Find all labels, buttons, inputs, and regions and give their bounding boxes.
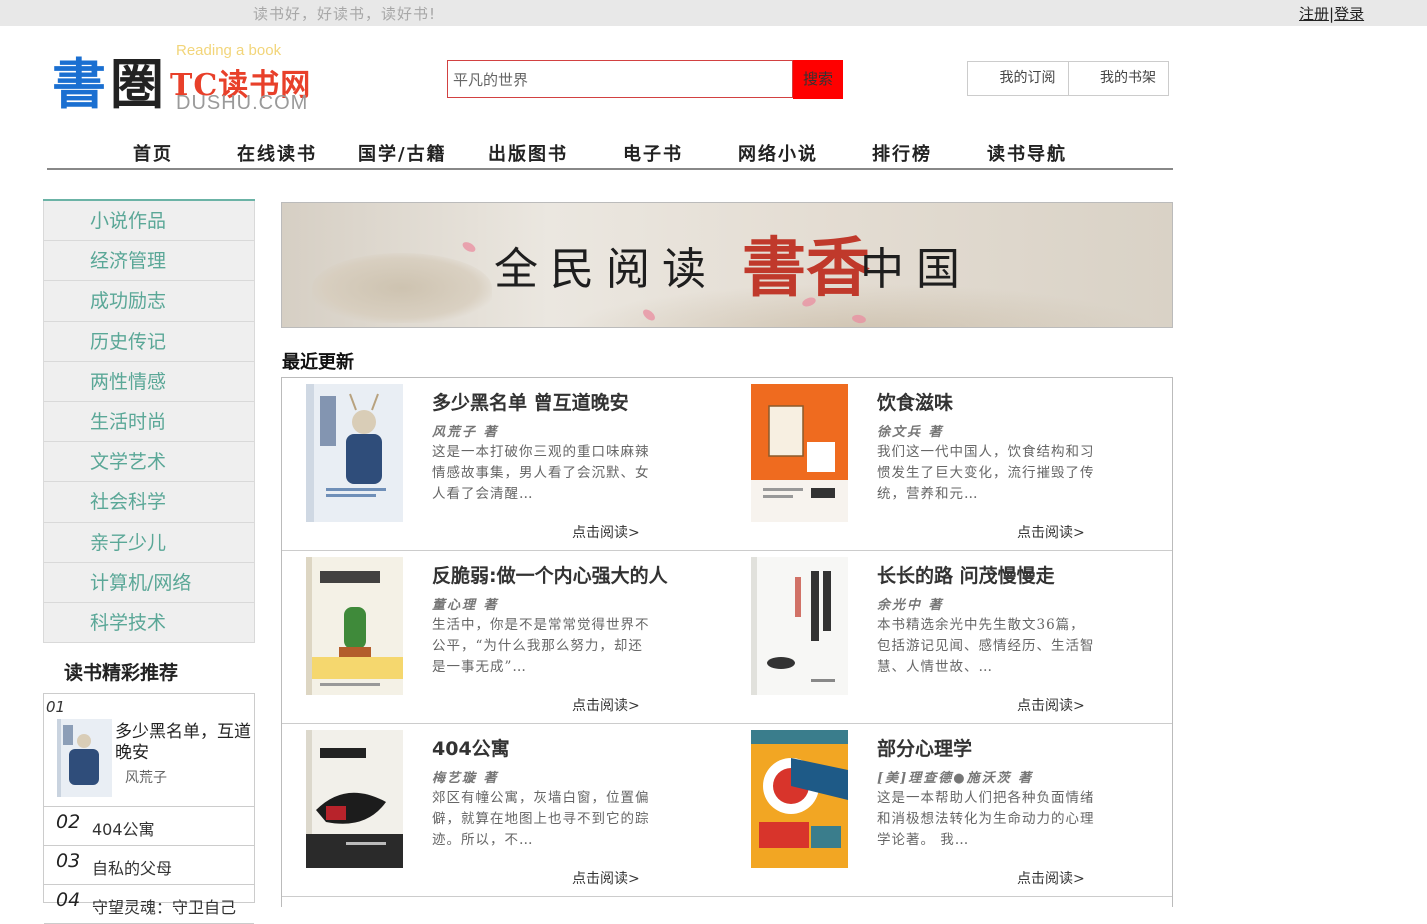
- book-title[interactable]: 反脆弱:做一个内心强大的人: [432, 561, 668, 588]
- recommend-title[interactable]: 守望灵魂：守卫自己: [92, 894, 236, 918]
- category-item[interactable]: 历史传记: [43, 321, 255, 362]
- my-bookshelf-button[interactable]: 我的书架: [1069, 62, 1169, 95]
- logo-char-2: 圏: [110, 52, 164, 116]
- book-card: 部分心理学 [美]理查德●施沃茨 著 这是一本帮助人们把各种负面情绪和消极想法转…: [727, 724, 1172, 897]
- book-card: 多少黑名单 曾互道晚安 风荒子 著 这是一本打破你三观的重口味麻辣情感故事集，男…: [282, 378, 727, 551]
- book-description: 生活中，你是不是常常觉得世界不公平，“为什么我那么努力，却还是一事无成”…: [432, 617, 650, 675]
- recommend-author: 风荒子: [125, 770, 167, 786]
- slogan: 读书好，好读书，读好书!: [253, 5, 437, 23]
- book-description: 这是一本帮助人们把各种负面情绪和消极想法转化为生命动力的心理学论著。 我…: [877, 790, 1095, 848]
- search-button[interactable]: 搜索: [793, 60, 843, 99]
- book-author: 梅艺璇 著: [432, 771, 499, 786]
- nav-item-online-reading[interactable]: 在线读书: [237, 140, 317, 166]
- book-card: 反脆弱:做一个内心强大的人 董心理 著 生活中，你是不是常常觉得世界不公平，“为…: [282, 551, 727, 724]
- category-sidebar: 小说作品 经济管理 成功励志 历史传记 两性情感 生活时尚 文学艺术 社会科学 …: [43, 199, 255, 644]
- nav-item-web-novels[interactable]: 网络小说: [738, 140, 818, 166]
- read-link[interactable]: 点击阅读>: [572, 695, 640, 715]
- register-link[interactable]: 注册: [1299, 5, 1329, 23]
- logo-char-1: 書: [52, 52, 106, 116]
- user-buttons: 我的订阅 我的书架: [967, 61, 1169, 96]
- open-book-illustration: [312, 253, 492, 323]
- nav-item-classics[interactable]: 国学/古籍: [358, 140, 447, 166]
- logo-tagline: Reading a book: [176, 42, 282, 59]
- category-item[interactable]: 计算机/网络: [43, 562, 255, 603]
- book-author: 余光中 著: [877, 598, 944, 613]
- top-bar: 读书好，好读书，读好书! 注册|登录: [0, 0, 1427, 26]
- book-description: 我们这一代中国人，饮食结构和习惯发生了巨大变化，流行摧毁了传统，营养和元…: [877, 444, 1095, 502]
- category-item[interactable]: 文学艺术: [43, 442, 255, 483]
- book-cover-image[interactable]: [751, 730, 848, 868]
- recent-updates-grid: 多少黑名单 曾互道晚安 风荒子 著 这是一本打破你三观的重口味麻辣情感故事集，男…: [281, 377, 1173, 907]
- read-link[interactable]: 点击阅读>: [572, 522, 640, 542]
- book-cover-image[interactable]: [306, 730, 403, 868]
- recommend-title[interactable]: 404公寓: [92, 816, 155, 840]
- read-link[interactable]: 点击阅读>: [572, 868, 640, 888]
- book-author: 风荒子 著: [432, 425, 499, 440]
- search-input[interactable]: [447, 60, 793, 98]
- book-cover-image[interactable]: [306, 384, 403, 522]
- site-logo[interactable]: 書圏 Reading a book TC读书网 DUSHU.COM: [52, 36, 342, 122]
- read-link[interactable]: 点击阅读>: [1017, 522, 1085, 542]
- rank-number: 03: [56, 850, 81, 872]
- recent-updates-heading: 最近更新: [282, 352, 354, 373]
- search-bar: 搜索: [447, 60, 843, 99]
- nav-item-reading-guide[interactable]: 读书导航: [987, 140, 1067, 166]
- auth-links: 注册|登录: [1299, 3, 1364, 24]
- category-item[interactable]: 两性情感: [43, 361, 255, 402]
- book-card: 长长的路 问茂慢慢走 余光中 著 本书精选余光中先生散文36篇，包括游记见闻、感…: [727, 551, 1172, 724]
- my-subscriptions-button[interactable]: 我的订阅: [968, 62, 1069, 95]
- book-cover-image[interactable]: [306, 557, 403, 695]
- book-title[interactable]: 饮食滋味: [877, 388, 953, 415]
- book-description: 本书精选余光中先生散文36篇，包括游记见闻、感情经历、生活智慧、人情世故、…: [877, 617, 1095, 675]
- book-title[interactable]: 404公寓: [432, 734, 510, 761]
- category-item[interactable]: 经济管理: [43, 241, 255, 282]
- book-cover-image[interactable]: [751, 557, 848, 695]
- banner-text-right: 中国: [860, 244, 972, 295]
- logo-calligraphy: 書圏: [52, 40, 164, 119]
- category-item[interactable]: 科学技术: [43, 602, 255, 644]
- read-link[interactable]: 点击阅读>: [1017, 868, 1085, 888]
- book-cover-image[interactable]: [751, 384, 848, 522]
- petal-decoration: [460, 240, 478, 254]
- book-card: 404公寓 梅艺璇 著 郊区有幢公寓，灰墙白窗，位置偏僻，就算在地图上也寻不到它…: [282, 724, 727, 897]
- nav-item-published-books[interactable]: 出版图书: [488, 140, 568, 166]
- main-nav: 首页 在线读书 国学/古籍 出版图书 电子书 网络小说 排行榜 读书导航: [47, 127, 1173, 170]
- login-link[interactable]: 登录: [1334, 5, 1364, 23]
- nav-item-home[interactable]: 首页: [133, 140, 173, 166]
- rank-number: 04: [56, 889, 81, 911]
- rank-number: 02: [56, 811, 81, 833]
- banner-text-highlight: 書香: [742, 231, 870, 306]
- category-item[interactable]: 生活时尚: [43, 401, 255, 443]
- recommend-item-featured[interactable]: 01 多少黑名单，互道晚安 风荒子: [44, 694, 254, 807]
- logo-domain: DUSHU.COM: [176, 92, 309, 114]
- recommend-title[interactable]: 多少黑名单，互道晚安: [115, 722, 253, 764]
- rank-number: 01: [46, 698, 66, 716]
- read-link[interactable]: 点击阅读>: [1017, 695, 1085, 715]
- category-item[interactable]: 亲子少儿: [43, 522, 255, 563]
- book-title[interactable]: 部分心理学: [877, 734, 972, 761]
- book-description: 这是一本打破你三观的重口味麻辣情感故事集，男人看了会沉默、女人看了会清醒…: [432, 444, 650, 502]
- banner-text-left: 全民阅读: [494, 244, 718, 295]
- book-description: 郊区有幢公寓，灰墙白窗，位置偏僻，就算在地图上也寻不到它的踪迹。所以，不…: [432, 790, 650, 848]
- recommend-heading: 读书精彩推荐: [64, 662, 179, 684]
- category-item[interactable]: 小说作品: [43, 201, 255, 242]
- book-author: 董心理 著: [432, 598, 499, 613]
- book-cover-image[interactable]: [57, 719, 112, 797]
- nav-item-rankings[interactable]: 排行榜: [872, 140, 932, 166]
- book-title[interactable]: 长长的路 问茂慢慢走: [877, 561, 1055, 588]
- book-title[interactable]: 多少黑名单 曾互道晚安: [432, 388, 629, 415]
- book-author: 徐文兵 著: [877, 425, 944, 440]
- recommend-item[interactable]: 03 自私的父母: [44, 846, 254, 885]
- promo-banner[interactable]: 全民阅读 書香 中国: [281, 202, 1173, 328]
- nav-item-ebooks[interactable]: 电子书: [623, 140, 683, 166]
- recommend-title[interactable]: 自私的父母: [92, 855, 172, 879]
- book-card: 饮食滋味 徐文兵 著 我们这一代中国人，饮食结构和习惯发生了巨大变化，流行摧毁了…: [727, 378, 1172, 551]
- book-author: [美]理查德●施沃茨 著: [877, 771, 1034, 786]
- recommend-item[interactable]: 04 守望灵魂：守卫自己: [44, 885, 254, 924]
- category-item[interactable]: 社会科学: [43, 482, 255, 523]
- recommend-item[interactable]: 02 404公寓: [44, 807, 254, 846]
- category-item[interactable]: 成功励志: [43, 281, 255, 322]
- recommend-list: 01 多少黑名单，互道晚安 风荒子 02 404公寓 03 自私的父母 04 守…: [43, 693, 255, 924]
